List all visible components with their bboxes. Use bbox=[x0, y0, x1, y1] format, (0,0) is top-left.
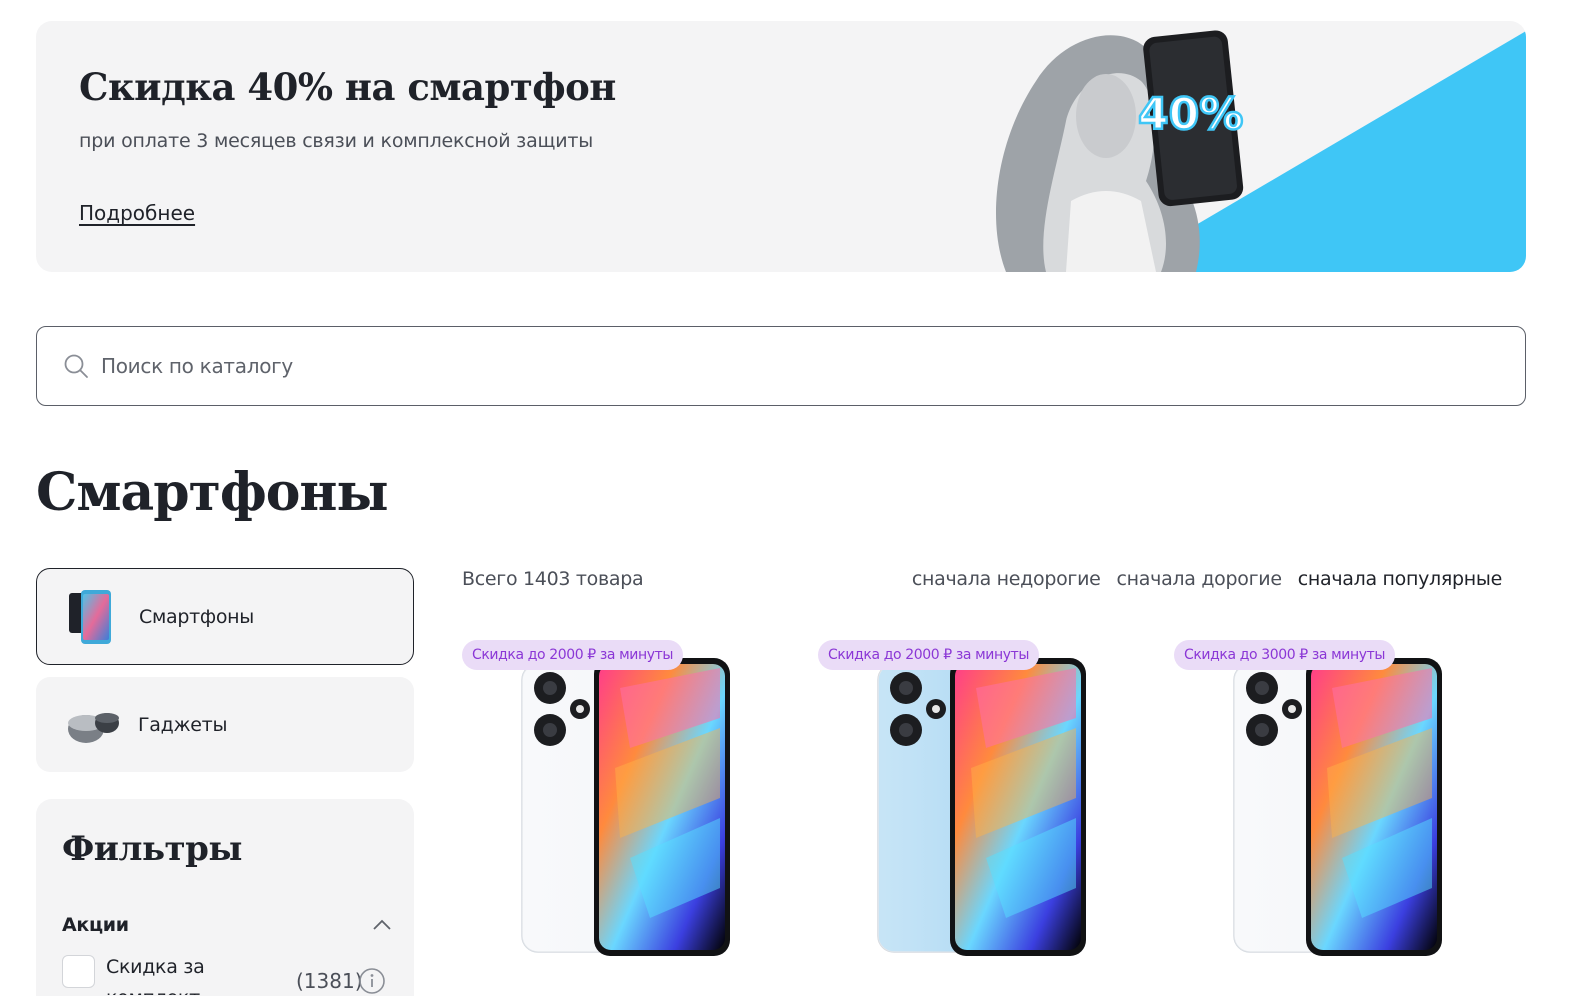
category-smartphones[interactable]: Смартфоны bbox=[36, 568, 414, 665]
banner-subtitle: при оплате 3 месяцев связи и комплексной… bbox=[79, 130, 594, 152]
viewport-cut bbox=[0, 996, 1585, 1007]
product-image bbox=[1233, 658, 1442, 956]
product-card[interactable]: Скидка до 2000 ₽ за минуты bbox=[818, 640, 1148, 970]
search-icon bbox=[64, 354, 88, 378]
chevron-up-icon[interactable] bbox=[372, 918, 392, 932]
product-image bbox=[877, 658, 1086, 956]
discount-badge: Скидка до 2000 ₽ за минуты bbox=[818, 640, 1040, 670]
banner-title: Скидка 40% на смартфон bbox=[79, 65, 616, 109]
search-input[interactable] bbox=[101, 354, 1401, 378]
filter-checkbox[interactable] bbox=[62, 955, 95, 988]
sort-expensive[interactable]: сначала дорогие bbox=[1117, 568, 1282, 590]
banner-promo-image: 40% bbox=[996, 30, 1526, 272]
promo-banner: Скидка 40% на смартфон при оплате 3 меся… bbox=[36, 21, 1526, 272]
filters-title: Фильтры bbox=[62, 829, 242, 869]
catalog-search[interactable] bbox=[36, 326, 1526, 406]
info-icon[interactable] bbox=[358, 967, 386, 995]
product-image bbox=[521, 658, 730, 956]
filter-option-label[interactable]: Скидка за bbox=[106, 956, 205, 978]
product-card[interactable]: Скидка до 2000 ₽ за минуты bbox=[462, 640, 792, 970]
page-title: Смартфоны bbox=[36, 462, 389, 523]
category-gadgets[interactable]: Гаджеты bbox=[36, 677, 414, 772]
filter-group-label: Акции bbox=[62, 914, 129, 936]
discount-badge: Скидка до 3000 ₽ за минуты bbox=[1174, 640, 1396, 670]
filter-group-promotions[interactable]: Акции bbox=[62, 914, 392, 936]
category-label: Гаджеты bbox=[138, 713, 228, 736]
total-count: Всего 1403 товара bbox=[462, 568, 644, 590]
sort-cheapest[interactable]: сначала недорогие bbox=[912, 568, 1101, 590]
product-card[interactable]: Скидка до 3000 ₽ за минуты bbox=[1174, 640, 1504, 970]
filter-option-label-cont: комплект bbox=[106, 987, 200, 995]
banner-more-link[interactable]: Подробнее bbox=[79, 201, 195, 225]
smart-speaker-icon bbox=[68, 712, 119, 743]
discount-badge: Скидка до 2000 ₽ за минуты bbox=[462, 640, 684, 670]
banner-badge-text: 40% bbox=[1138, 89, 1243, 140]
filter-option-count: (1381) bbox=[296, 969, 363, 993]
filters-panel: Фильтры Акции Скидка за комплект (1381) bbox=[36, 799, 414, 1007]
category-label: Смартфоны bbox=[139, 605, 254, 628]
smartphone-icon bbox=[69, 589, 111, 644]
sort-options: сначала недорогие сначала дорогие сначал… bbox=[912, 568, 1502, 590]
sort-popular[interactable]: сначала популярные bbox=[1298, 568, 1503, 590]
